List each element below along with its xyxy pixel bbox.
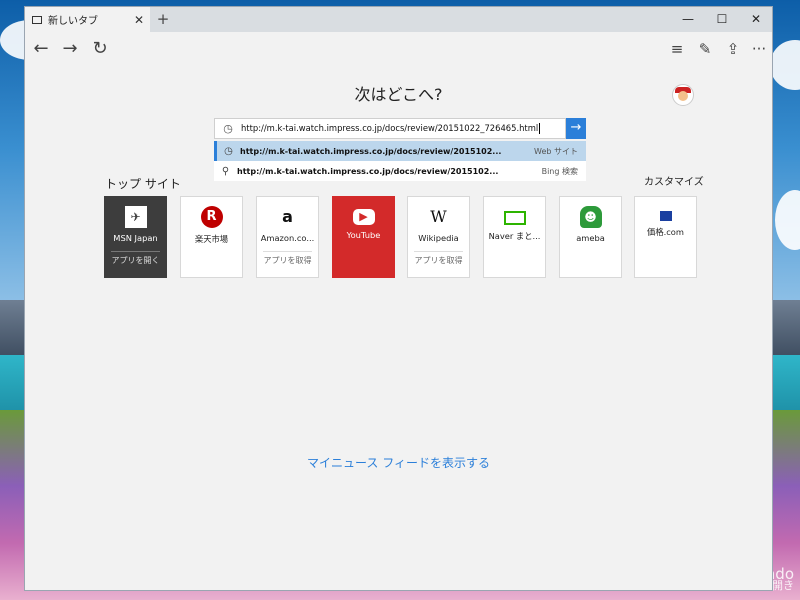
back-button[interactable]: ←: [25, 32, 57, 66]
top-sites-title: トップ サイト: [105, 177, 181, 191]
rakuten-icon: R: [200, 206, 223, 228]
tile-name: 価格.com: [647, 227, 684, 237]
arrow-right-icon: →: [570, 120, 582, 135]
tile-name: MSN Japan: [113, 233, 158, 243]
tile-wikipedia[interactable]: W Wikipedia アプリを取得: [407, 196, 470, 278]
tile-name: 楽天市場: [194, 234, 229, 244]
top-sites-grid: ✈ MSN Japan アプリを開く R 楽天市場 a Amazon.co...…: [104, 196, 697, 278]
tile-action[interactable]: アプリを開く: [111, 251, 160, 266]
ameba-icon: ☻: [579, 206, 602, 228]
tile-kakaku[interactable]: 価格.com: [634, 196, 697, 278]
kakaku-icon: [659, 211, 672, 221]
page-icon: [32, 15, 42, 24]
close-tab-icon[interactable]: ✕: [134, 13, 144, 27]
tab-new-tab[interactable]: 新しいタブ ✕: [25, 7, 150, 32]
minimize-button[interactable]: —: [671, 7, 705, 32]
tile-name: Naver まと...: [488, 231, 541, 241]
maximize-button[interactable]: ☐: [705, 7, 739, 32]
suggestion-source: Bing 検索: [541, 166, 578, 176]
avatar-face: [678, 91, 688, 101]
forward-button[interactable]: →: [54, 32, 86, 66]
tab-title: 新しいタブ: [48, 16, 98, 27]
amazon-icon: a: [282, 207, 293, 226]
tile-youtube[interactable]: ▶ YouTube: [332, 196, 395, 278]
search-icon: ⚲: [221, 165, 230, 177]
wikipedia-icon: W: [430, 207, 447, 226]
address-input[interactable]: ◷ http://m.k-tai.watch.impress.co.jp/doc…: [214, 118, 566, 139]
title-bar: 新しいタブ ✕ + — ☐ ✕: [25, 7, 772, 32]
suggestion-source: Web サイト: [534, 146, 578, 156]
tile-rakuten[interactable]: R 楽天市場: [180, 196, 243, 278]
more-button[interactable]: ···: [743, 32, 775, 66]
tile-name: Wikipedia: [418, 233, 459, 243]
suggestion-item[interactable]: ◷ http://m.k-tai.watch.impress.co.jp/doc…: [214, 141, 586, 161]
close-window-button[interactable]: ✕: [739, 7, 773, 32]
history-icon: ◷: [224, 145, 233, 157]
tile-naver[interactable]: Naver まと...: [483, 196, 546, 278]
tile-action[interactable]: アプリを取得: [414, 251, 463, 266]
page-heading: 次はどこへ?: [354, 85, 443, 104]
toolbar: ← → ↻ ≡ ✎ ⇪ ···: [25, 32, 772, 66]
go-button[interactable]: →: [566, 118, 586, 139]
suggestion-text: http://m.k-tai.watch.impress.co.jp/docs/…: [240, 146, 502, 156]
address-value: http://m.k-tai.watch.impress.co.jp/docs/…: [241, 123, 541, 134]
naver-icon: [503, 211, 526, 225]
tile-action[interactable]: アプリを取得: [263, 251, 312, 266]
avatar[interactable]: [672, 84, 694, 106]
tile-name: YouTube: [346, 230, 381, 240]
tile-name: Amazon.co...: [260, 233, 315, 243]
tile-msn-japan[interactable]: ✈ MSN Japan アプリを開く: [104, 196, 167, 278]
suggestion-text: http://m.k-tai.watch.impress.co.jp/docs/…: [237, 166, 499, 176]
new-tab-button[interactable]: +: [153, 9, 173, 29]
refresh-button[interactable]: ↻: [84, 32, 116, 66]
tile-ameba[interactable]: ☻ ameba: [559, 196, 622, 278]
tile-name: ameba: [576, 233, 605, 243]
text-caret: [539, 123, 541, 134]
show-news-feed-link[interactable]: マイニュース フィードを表示する: [25, 454, 772, 471]
tile-amazon[interactable]: a Amazon.co... アプリを取得: [256, 196, 319, 278]
history-icon: ◷: [223, 122, 233, 135]
msn-icon: ✈: [124, 206, 147, 228]
suggestion-item[interactable]: ⚲ http://m.k-tai.watch.impress.co.jp/doc…: [214, 161, 586, 181]
youtube-icon: ▶: [352, 209, 375, 225]
browser-window: 新しいタブ ✕ + — ☐ ✕ ← → ↻ ≡ ✎ ⇪ ··· 次はどこへ? ◷…: [24, 6, 773, 591]
customize-link[interactable]: カスタマイズ: [644, 173, 704, 188]
